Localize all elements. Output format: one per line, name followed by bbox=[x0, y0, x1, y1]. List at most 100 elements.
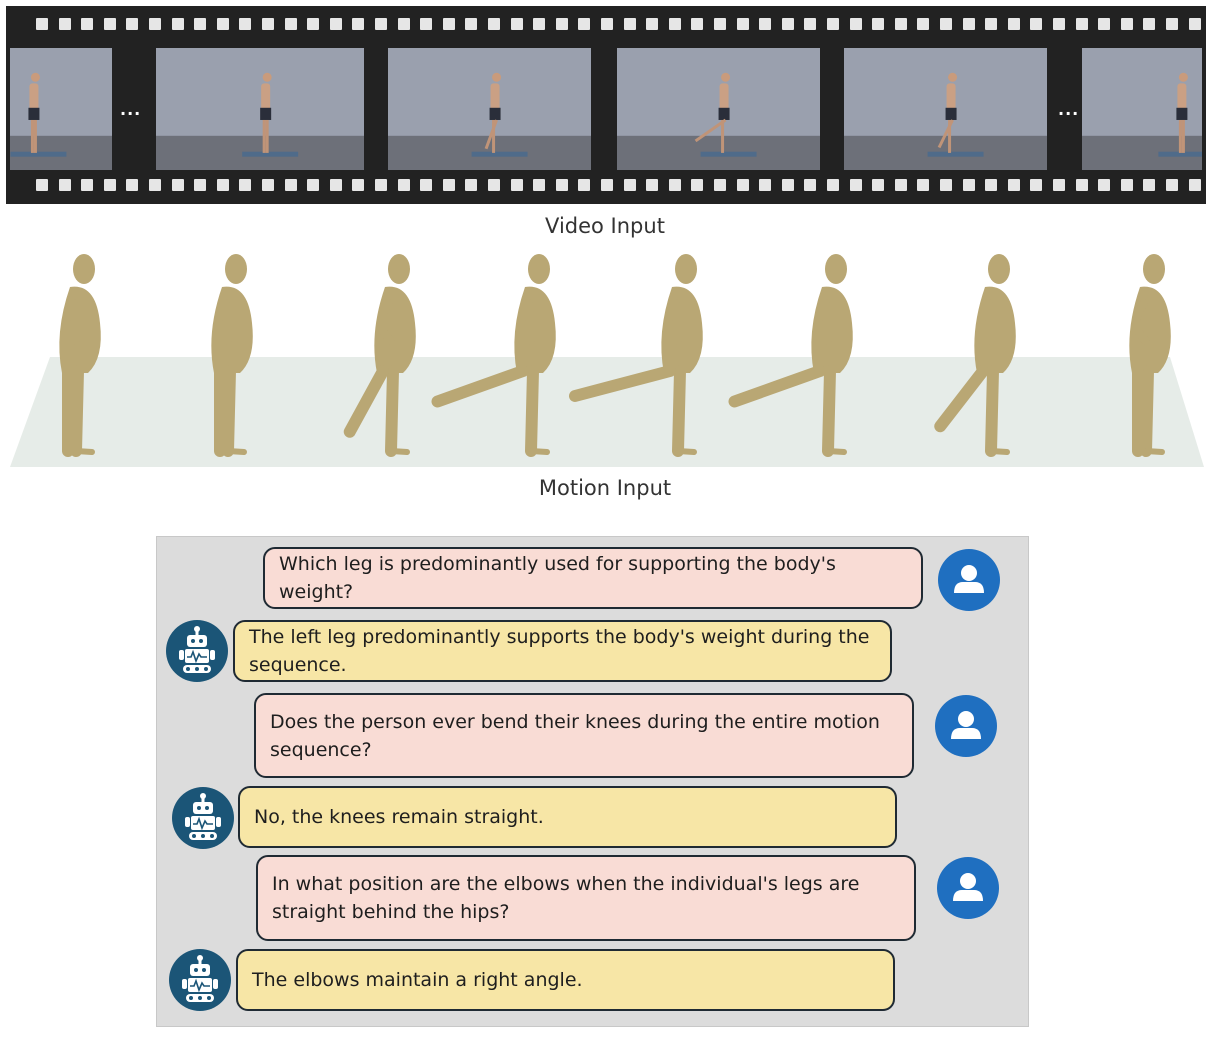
film-perforation bbox=[623, 179, 636, 191]
film-perforation bbox=[736, 179, 749, 191]
film-perforation bbox=[1030, 179, 1043, 191]
film-perforation bbox=[307, 179, 320, 191]
message-text: Which leg is predominantly used for supp… bbox=[279, 553, 836, 603]
film-perforation bbox=[442, 18, 455, 30]
film-perforation bbox=[985, 18, 998, 30]
user-message-3: In what position are the elbows when the… bbox=[256, 855, 916, 941]
film-perforation bbox=[533, 179, 546, 191]
frame-scene bbox=[10, 48, 112, 170]
frame-scene bbox=[844, 48, 1047, 170]
film-perforation bbox=[375, 18, 387, 30]
film-perforation bbox=[578, 179, 591, 191]
film-perforation bbox=[691, 18, 704, 30]
film-perforation bbox=[352, 179, 365, 191]
film-perforation bbox=[646, 179, 659, 191]
film-perforation bbox=[940, 18, 952, 30]
video-input-caption: Video Input bbox=[545, 214, 665, 238]
robot-avatar-1 bbox=[166, 620, 228, 682]
film-perforation bbox=[827, 18, 839, 30]
film-perforation bbox=[284, 18, 297, 30]
film-perforation bbox=[1143, 179, 1156, 191]
film-perforation bbox=[804, 179, 817, 191]
video-frame-3 bbox=[388, 48, 591, 170]
film-perforation bbox=[262, 179, 274, 191]
user-avatar-3 bbox=[937, 857, 999, 919]
film-perforation bbox=[103, 18, 116, 30]
message-text: The left leg predominantly supports the … bbox=[249, 626, 870, 676]
film-perforation bbox=[307, 18, 320, 30]
robot-avatar-icon bbox=[179, 626, 215, 673]
film-perforation bbox=[781, 18, 794, 30]
film-perforation bbox=[1098, 18, 1111, 30]
video-frame-6 bbox=[1082, 48, 1202, 170]
film-perforation bbox=[601, 179, 613, 191]
film-perforation bbox=[849, 179, 862, 191]
frame-scene bbox=[388, 48, 591, 170]
chat-panel: Which leg is predominantly used for supp… bbox=[156, 536, 1029, 1027]
film-perforation bbox=[804, 18, 817, 30]
video-film-strip: ... ... bbox=[6, 6, 1206, 204]
robot-avatar-icon bbox=[185, 793, 221, 840]
film-perforation bbox=[329, 18, 342, 30]
film-perforation bbox=[239, 179, 252, 191]
film-perforation bbox=[555, 18, 568, 30]
film-ellipsis-right: ... bbox=[1058, 100, 1080, 119]
assistant-message-2: No, the knees remain straight. bbox=[238, 786, 897, 848]
film-perforation bbox=[1007, 179, 1020, 191]
film-perforation bbox=[985, 179, 998, 191]
film-perforation bbox=[36, 179, 48, 191]
message-text: Does the person ever bend their knees du… bbox=[270, 710, 880, 761]
film-perforation bbox=[262, 18, 274, 30]
film-perforation bbox=[894, 18, 907, 30]
film-perforation bbox=[126, 18, 139, 30]
frame-scene bbox=[156, 48, 364, 170]
film-perforation bbox=[759, 179, 772, 191]
film-perforation bbox=[940, 179, 952, 191]
film-perforation bbox=[917, 179, 930, 191]
user-avatar-icon bbox=[953, 873, 983, 901]
film-perforation bbox=[488, 18, 500, 30]
film-perforation bbox=[58, 18, 71, 30]
user-avatar-1 bbox=[938, 549, 1000, 611]
film-perforation bbox=[691, 179, 704, 191]
film-perforation bbox=[872, 18, 885, 30]
assistant-message-3: The elbows maintain a right angle. bbox=[236, 949, 895, 1011]
film-perforation bbox=[1030, 18, 1043, 30]
user-avatar-2 bbox=[935, 695, 997, 757]
message-text: In what position are the elbows when the… bbox=[272, 873, 860, 923]
film-perforation bbox=[894, 179, 907, 191]
robot-avatar-2 bbox=[172, 787, 234, 849]
user-avatar-icon bbox=[954, 565, 984, 593]
film-perforation bbox=[103, 179, 116, 191]
film-perforation bbox=[81, 18, 94, 30]
user-message-2: Does the person ever bend their knees du… bbox=[254, 693, 914, 778]
film-perforation bbox=[1166, 179, 1178, 191]
film-perforation bbox=[623, 18, 636, 30]
film-perforation bbox=[646, 18, 659, 30]
film-perforation bbox=[917, 18, 930, 30]
film-perforation bbox=[1075, 179, 1088, 191]
film-perforation bbox=[216, 18, 229, 30]
film-perforation bbox=[759, 18, 772, 30]
video-frame-1 bbox=[10, 48, 112, 170]
film-perforation bbox=[1120, 18, 1133, 30]
film-perforation bbox=[465, 18, 478, 30]
film-perforation bbox=[1166, 18, 1178, 30]
assistant-message-1: The left leg predominantly supports the … bbox=[233, 620, 892, 682]
film-perforation bbox=[668, 18, 681, 30]
film-perforations-bottom bbox=[6, 179, 1206, 193]
user-avatar-icon bbox=[951, 711, 981, 739]
film-perforation bbox=[962, 179, 975, 191]
film-perforation bbox=[849, 18, 862, 30]
film-perforation bbox=[736, 18, 749, 30]
film-perforation bbox=[149, 18, 161, 30]
film-perforation bbox=[510, 179, 523, 191]
message-text: No, the knees remain straight. bbox=[254, 806, 544, 828]
film-perforation bbox=[58, 179, 71, 191]
film-perforation bbox=[714, 179, 726, 191]
film-perforation bbox=[1188, 18, 1201, 30]
film-perforation bbox=[352, 18, 365, 30]
film-perforation bbox=[420, 18, 433, 30]
user-message-1: Which leg is predominantly used for supp… bbox=[263, 547, 923, 609]
frame-scene bbox=[617, 48, 820, 170]
